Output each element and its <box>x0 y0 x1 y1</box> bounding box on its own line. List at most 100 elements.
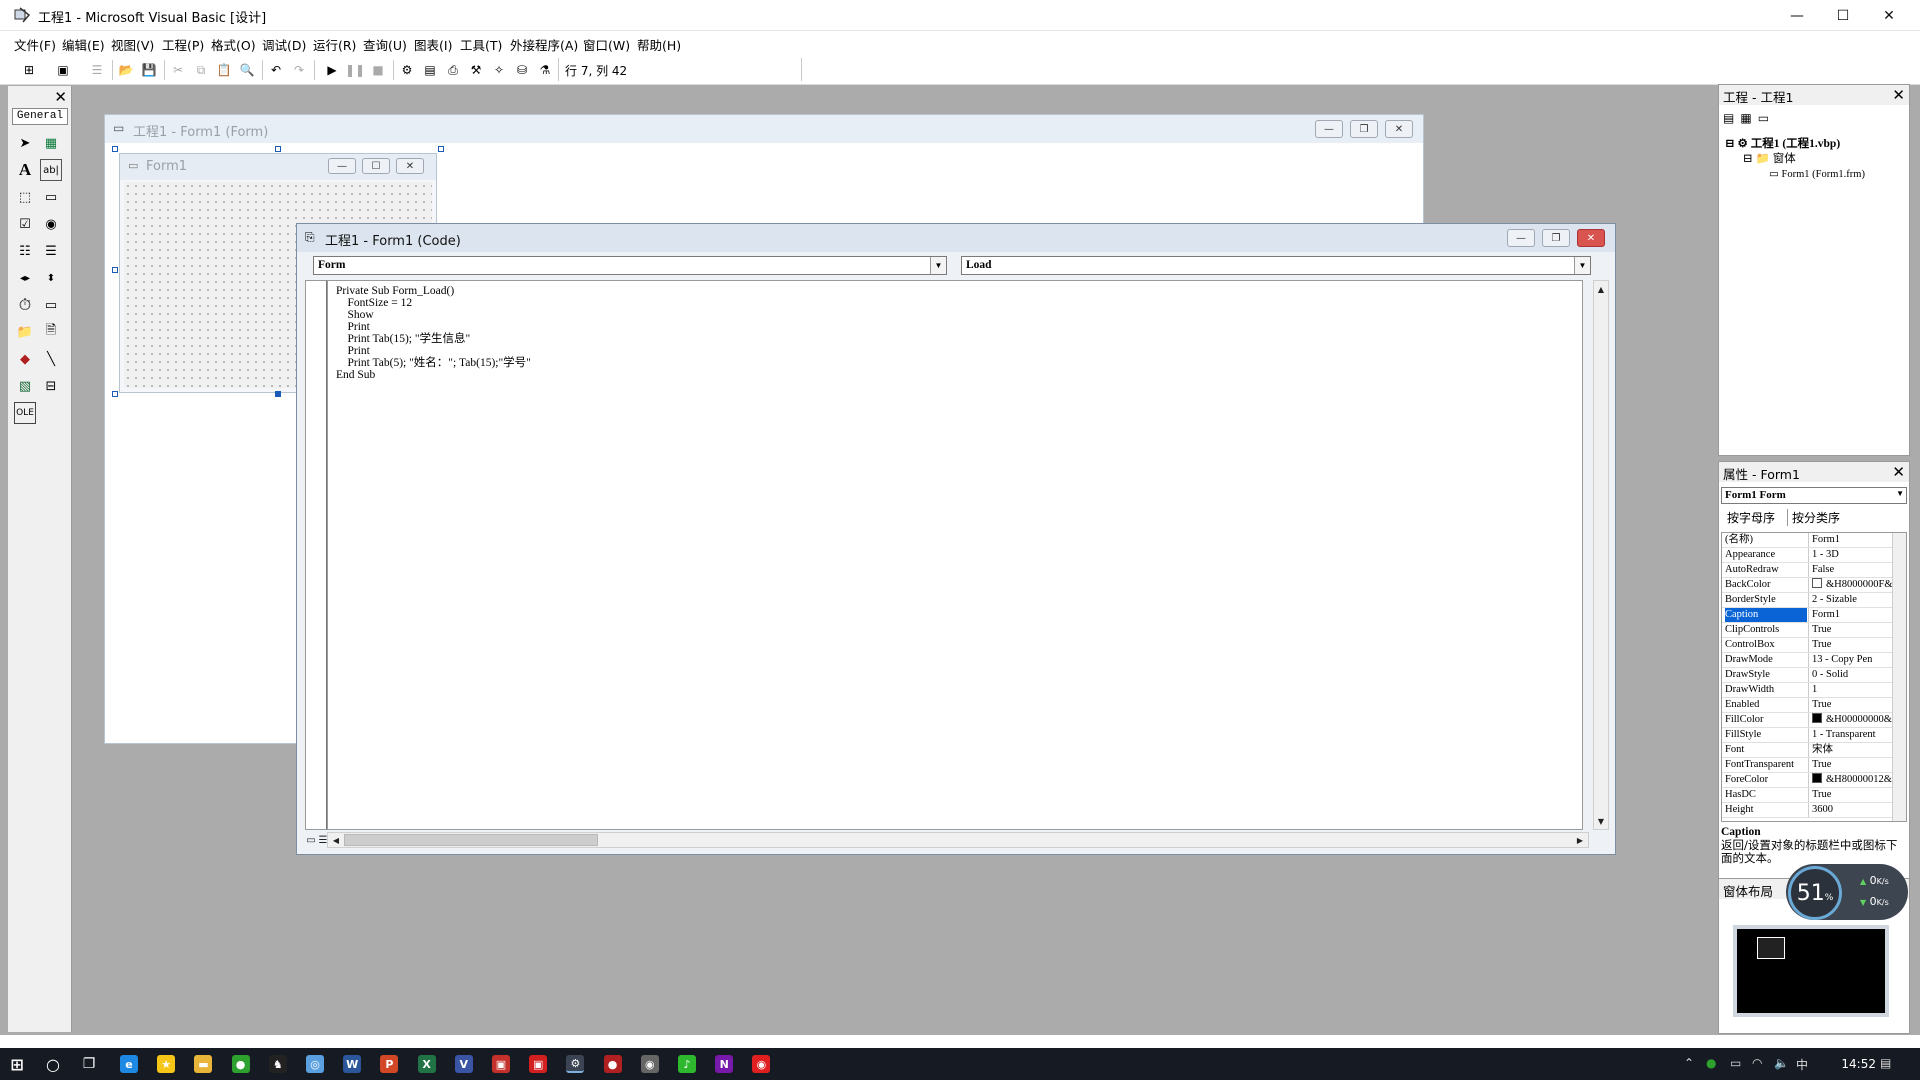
property-row[interactable]: Font 宋体 <box>1722 743 1892 758</box>
drivelistbox-tool-icon[interactable]: ▭ <box>40 294 62 316</box>
label-tool-icon[interactable]: A <box>14 159 36 181</box>
resize-handle[interactable] <box>438 146 444 152</box>
toolbox-tab-general[interactable]: General <box>12 108 68 125</box>
open-project-icon[interactable]: 📂 <box>117 61 135 79</box>
toggle-folders-icon[interactable]: ▭ <box>1758 111 1775 125</box>
code-line[interactable]: End Sub <box>336 369 531 381</box>
line-tool-icon[interactable]: ╲ <box>40 348 62 370</box>
property-value[interactable]: True <box>1808 788 1892 802</box>
property-value[interactable]: Form1 <box>1808 533 1892 547</box>
code-window[interactable]: ⎘ 工程1 - Form1 (Code) — ❐ ✕ Form ▼ Load ▼… <box>296 223 1616 855</box>
property-row[interactable]: DrawWidth 1 <box>1722 683 1892 698</box>
property-value[interactable]: 宋体 <box>1808 743 1892 757</box>
code-horizontal-scrollbar[interactable]: ▭ ☰ ◀ ▶ <box>306 832 1589 848</box>
picturebox-tool-icon[interactable]: ▦ <box>40 132 62 154</box>
property-value[interactable]: False <box>1808 563 1892 577</box>
scroll-left-icon[interactable]: ◀ <box>329 833 343 847</box>
checkbox-tool-icon[interactable]: ☑ <box>14 213 36 235</box>
vscrollbar-tool-icon[interactable]: ⬍ <box>40 267 62 289</box>
toolbox-close-icon[interactable]: ✕ <box>54 88 67 106</box>
code-editor[interactable]: Private Sub Form_Load() FontSize = 12 Sh… <box>327 280 1583 830</box>
chevron-down-icon[interactable]: ▼ <box>930 257 946 274</box>
chevron-down-icon[interactable]: ▼ <box>1896 489 1904 498</box>
clock[interactable]: 14:52 <box>1841 1057 1876 1071</box>
resize-handle[interactable] <box>275 391 281 397</box>
taskbar-app1-icon[interactable]: ◎ <box>306 1055 324 1073</box>
textbox-tool-icon[interactable]: ab| <box>40 159 62 181</box>
designer-titlebar[interactable]: ▭ 工程1 - Form1 (Form) — ❐ ✕ <box>105 115 1423 143</box>
property-value[interactable]: &H8000000F& <box>1808 578 1892 592</box>
pointer-tool-icon[interactable]: ➤ <box>14 132 36 154</box>
designer-restore-icon[interactable]: ❐ <box>1350 120 1378 138</box>
pause-icon[interactable]: ❚❚ <box>345 61 365 79</box>
taskbar-wechat-icon[interactable]: ● <box>231 1055 250 1073</box>
commandbutton-tool-icon[interactable]: ▭ <box>40 186 62 208</box>
property-row[interactable]: AutoRedraw False <box>1722 563 1892 578</box>
add-project-icon[interactable]: ⊞ <box>20 61 38 79</box>
wifi-icon[interactable]: ◠ <box>1752 1056 1762 1070</box>
taskbar-visio-icon[interactable]: V <box>454 1055 473 1073</box>
property-row[interactable]: (名称) Form1 <box>1722 533 1892 548</box>
menu-window[interactable]: 窗口(W) <box>583 35 630 54</box>
data-view-icon[interactable]: ⛁ <box>513 61 531 79</box>
menu-debug[interactable]: 调试(D) <box>262 35 306 54</box>
resize-handle[interactable] <box>112 146 118 152</box>
taskbar-app2-icon[interactable]: ▣ <box>492 1055 510 1073</box>
property-row[interactable]: DrawStyle 0 - Solid <box>1722 668 1892 683</box>
hscrollbar-tool-icon[interactable]: ◂▸ <box>14 267 36 289</box>
save-icon[interactable]: 💾 <box>140 61 158 79</box>
tree-item-project[interactable]: ⊟ ⚙ 工程1 (工程1.vbp) <box>1725 137 1865 152</box>
property-value[interactable]: 1 <box>1808 683 1892 697</box>
property-row[interactable]: FillColor &H00000000& <box>1722 713 1892 728</box>
copy-icon[interactable]: ⧉ <box>192 61 210 79</box>
code-window-titlebar[interactable]: ⎘ 工程1 - Form1 (Code) — ❐ ✕ <box>297 224 1615 252</box>
scroll-right-icon[interactable]: ▶ <box>1573 833 1587 847</box>
wechat-tray-icon[interactable]: ● <box>1706 1056 1716 1070</box>
taskbar-edge-icon[interactable]: e <box>120 1055 138 1073</box>
volume-icon[interactable]: 🔈 <box>1774 1056 1789 1070</box>
view-object-icon[interactable]: ▦ <box>1740 111 1757 125</box>
form-position-preview[interactable] <box>1757 937 1785 959</box>
dirlistbox-tool-icon[interactable]: 📁 <box>14 321 36 343</box>
property-value[interactable]: Form1 <box>1808 608 1892 622</box>
tray-chevron-icon[interactable]: ⌃ <box>1684 1056 1694 1070</box>
object-browser-icon[interactable]: ⚒ <box>467 61 485 79</box>
menu-editor-icon[interactable]: ☰ <box>88 61 106 79</box>
resize-handle[interactable] <box>112 391 118 397</box>
battery-icon[interactable]: ▭ <box>1730 1056 1741 1070</box>
combobox-tool-icon[interactable]: ☷ <box>14 240 36 262</box>
property-row[interactable]: Appearance 1 - 3D <box>1722 548 1892 563</box>
taskbar-favorites-icon[interactable]: ★ <box>157 1055 176 1073</box>
code-minimize-icon[interactable]: — <box>1507 229 1535 247</box>
close-icon[interactable]: ✕ <box>1892 86 1905 104</box>
property-row[interactable]: ForeColor &H80000012& <box>1722 773 1892 788</box>
code-restore-icon[interactable]: ❐ <box>1542 229 1570 247</box>
menu-tools[interactable]: 工具(T) <box>460 35 502 54</box>
taskbar-vb6-icon[interactable]: ⚙ <box>566 1055 585 1073</box>
taskbar-excel-icon[interactable]: X <box>417 1055 436 1073</box>
component-manager-icon[interactable]: ⚗ <box>536 61 554 79</box>
scroll-up-icon[interactable]: ▲ <box>1594 282 1608 296</box>
taskbar-explorer-icon[interactable]: ▬ <box>194 1055 213 1073</box>
tree-item-form1[interactable]: ▭ Form1 (Form1.frm) <box>1725 167 1865 182</box>
menu-edit[interactable]: 编辑(E) <box>62 35 105 54</box>
undo-icon[interactable]: ↶ <box>267 61 285 79</box>
code-vertical-scrollbar[interactable]: ▲ ▼ <box>1593 280 1609 830</box>
code-margin[interactable] <box>305 280 327 830</box>
ime-indicator[interactable]: 中 <box>1796 1056 1808 1073</box>
paste-icon[interactable]: 📋 <box>215 61 233 79</box>
property-row[interactable]: Height 3600 <box>1722 803 1892 818</box>
code-line[interactable]: FontSize = 12 <box>336 297 531 309</box>
taskbar-powerpoint-icon[interactable]: P <box>380 1055 399 1073</box>
run-icon[interactable]: ▶ <box>323 61 341 79</box>
taskbar-app3-icon[interactable]: ▣ <box>529 1055 548 1073</box>
property-value[interactable]: 0 - Solid <box>1808 668 1892 682</box>
toolbox-icon[interactable]: ✧ <box>490 61 508 79</box>
property-value[interactable]: 1 - 3D <box>1808 548 1892 562</box>
code-text[interactable]: Private Sub Form_Load() FontSize = 12 Sh… <box>336 285 531 381</box>
image-tool-icon[interactable]: ▧ <box>14 375 36 397</box>
property-row[interactable]: Caption Form1 <box>1722 608 1892 623</box>
taskbar-word-icon[interactable]: W <box>343 1055 362 1073</box>
property-value[interactable]: True <box>1808 623 1892 637</box>
stop-icon[interactable]: ■ <box>369 61 387 79</box>
